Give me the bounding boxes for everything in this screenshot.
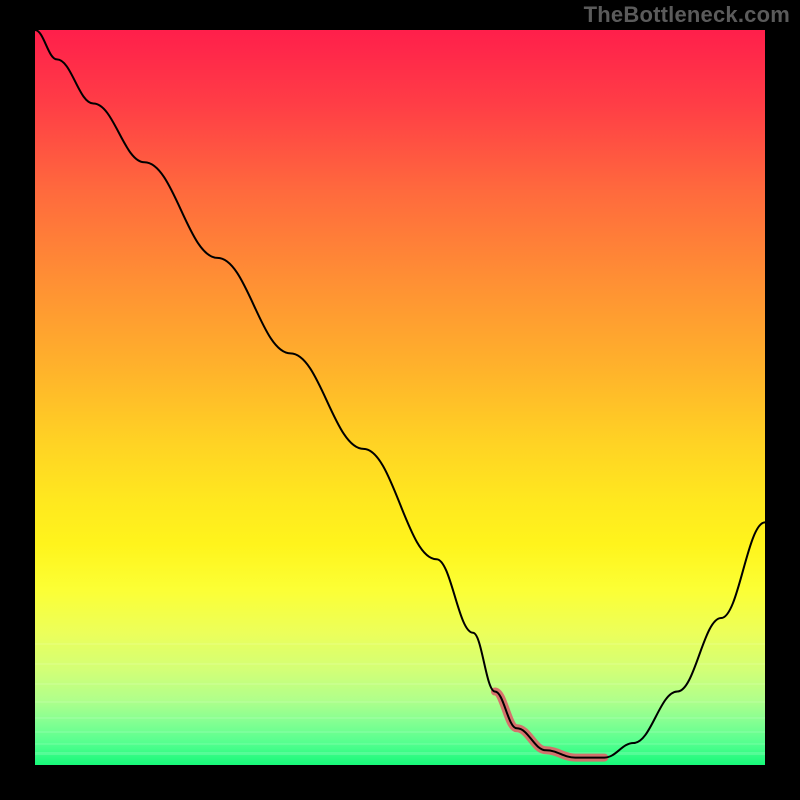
plot-area xyxy=(35,30,765,765)
chart-frame: TheBottleneck.com xyxy=(0,0,800,800)
watermark-text: TheBottleneck.com xyxy=(584,2,790,28)
bottleneck-curve xyxy=(35,30,765,758)
curve-svg xyxy=(35,30,765,765)
